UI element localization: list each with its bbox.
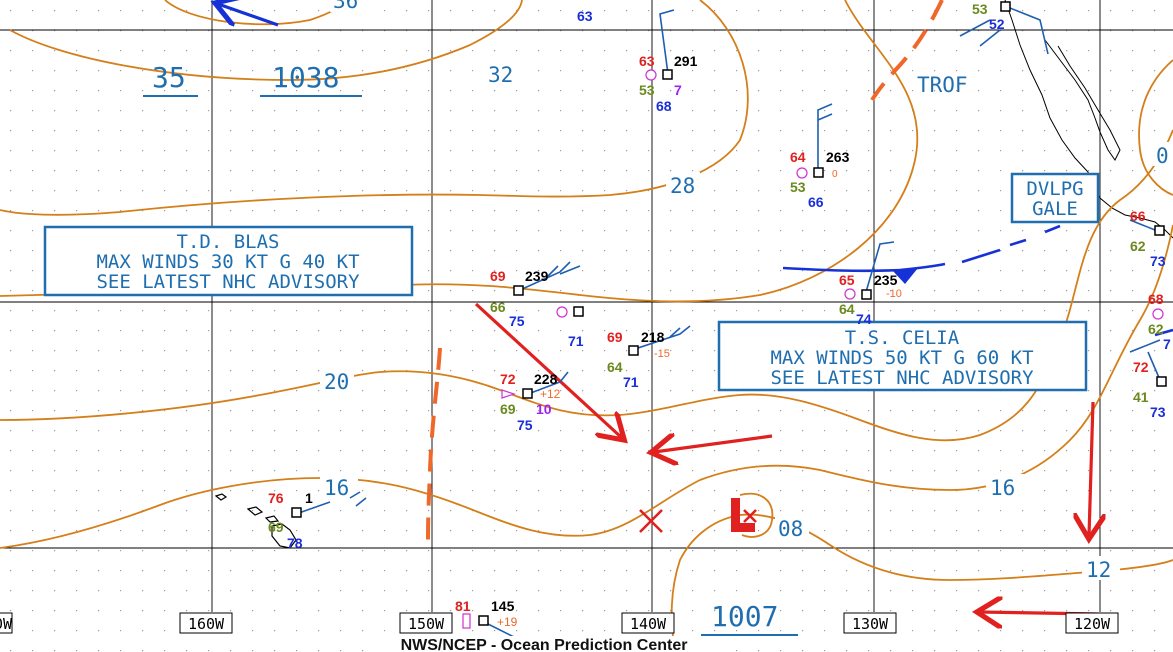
isobar-label-20: 20	[324, 370, 349, 394]
lon-label-160w: 160W	[188, 615, 225, 633]
svg-text:71: 71	[623, 374, 639, 390]
svg-text:53: 53	[972, 1, 988, 17]
svg-text:75: 75	[509, 313, 525, 329]
svg-text:66: 66	[490, 299, 506, 315]
trof-label: TROF	[917, 73, 968, 97]
high-pressure-tens: 35	[152, 61, 186, 94]
isobar-label-08: 08	[778, 517, 803, 541]
svg-text:228: 228	[534, 371, 558, 387]
svg-text:239: 239	[525, 268, 549, 284]
isobar-label-16-east: 16	[990, 476, 1015, 500]
svg-text:76: 76	[268, 490, 284, 506]
td-blas-winds: MAX WINDS 30 KT G 40 KT	[96, 251, 359, 273]
ts-celia-title: T.S. CELIA	[845, 327, 960, 349]
svg-text:7: 7	[674, 82, 682, 98]
svg-text:-10: -10	[886, 288, 902, 300]
ts-celia-winds: MAX WINDS 50 KT G 60 KT	[770, 347, 1033, 369]
trough-dot: .	[878, 91, 880, 100]
svg-text:69: 69	[268, 519, 284, 535]
lon-label-120w: 120W	[1074, 615, 1111, 633]
svg-text:74: 74	[856, 311, 872, 327]
svg-text:52: 52	[989, 16, 1005, 32]
svg-text:1: 1	[305, 490, 313, 506]
svg-text:69: 69	[500, 401, 516, 417]
svg-text:72: 72	[1133, 359, 1149, 375]
low-pressure-value: 1007	[711, 600, 778, 633]
svg-text:7: 7	[1163, 336, 1171, 352]
svg-text:291: 291	[674, 53, 698, 69]
svg-text:+19: +19	[497, 615, 518, 629]
svg-text:81: 81	[455, 598, 471, 614]
svg-text:-15: -15	[654, 348, 670, 360]
lon-label-150w: 150W	[408, 615, 445, 633]
td-blas-advisory: SEE LATEST NHC ADVISORY	[96, 271, 360, 293]
isobar-label-36: 36	[333, 0, 358, 13]
svg-text:73: 73	[1150, 404, 1166, 420]
svg-text:73: 73	[1150, 253, 1166, 269]
svg-text:63: 63	[639, 53, 655, 69]
svg-text:72: 72	[500, 371, 516, 387]
td-blas-title: T.D. BLAS	[177, 231, 280, 253]
top-value: 63	[577, 8, 593, 24]
footer-credit: NWS/NCEP - Ocean Prediction Center	[401, 637, 688, 652]
svg-text:64: 64	[607, 359, 623, 375]
isobar-label-16-west: 16	[324, 476, 349, 500]
svg-text:0: 0	[832, 169, 838, 180]
svg-text:69: 69	[607, 329, 623, 345]
svg-text:71: 71	[568, 333, 584, 349]
svg-text:68: 68	[1148, 291, 1164, 307]
gale-line-1: DVLPG	[1026, 178, 1083, 200]
lon-label-partial: 0W	[0, 615, 13, 633]
ts-celia-box: T.S. CELIA MAX WINDS 50 KT G 60 KT SEE L…	[717, 320, 1088, 392]
svg-text:64: 64	[790, 149, 806, 165]
svg-text:235: 235	[874, 272, 898, 288]
isobar-label-28: 28	[670, 174, 695, 198]
td-blas-box: T.D. BLAS MAX WINDS 30 KT G 40 KT SEE LA…	[43, 225, 414, 297]
svg-text:53: 53	[639, 82, 655, 98]
gale-line-2: GALE	[1032, 198, 1078, 220]
svg-text:66: 66	[808, 194, 824, 210]
ts-celia-advisory: SEE LATEST NHC ADVISORY	[770, 367, 1034, 389]
svg-text:62: 62	[1130, 238, 1146, 254]
svg-text:53: 53	[790, 179, 806, 195]
svg-text:10: 10	[536, 401, 552, 417]
lon-label-130w: 130W	[852, 615, 889, 633]
isobar-label-32: 32	[488, 63, 513, 87]
isobar-label-12: 12	[1086, 558, 1111, 582]
svg-text:66: 66	[1130, 208, 1146, 224]
svg-text:69: 69	[490, 268, 506, 284]
surface-analysis-map: 36 32 28 20 16 16 12 0 08 . TROF 35 1038…	[0, 0, 1173, 652]
svg-text:145: 145	[491, 598, 515, 614]
svg-text:65: 65	[839, 272, 855, 288]
svg-text:64: 64	[839, 301, 855, 317]
svg-text:68: 68	[656, 98, 672, 114]
svg-text:+12: +12	[540, 387, 561, 401]
svg-text:75: 75	[517, 417, 533, 433]
lon-label-140w: 140W	[630, 615, 667, 633]
svg-text:218: 218	[641, 329, 665, 345]
svg-text:263: 263	[826, 149, 850, 165]
svg-text:41: 41	[1133, 389, 1149, 405]
svg-text:62: 62	[1148, 321, 1164, 337]
isobar-label-0: 0	[1156, 144, 1169, 168]
high-pressure-value: 1038	[272, 61, 339, 94]
svg-text:78: 78	[287, 535, 303, 551]
developing-gale-box: DVLPG GALE	[1010, 172, 1100, 224]
